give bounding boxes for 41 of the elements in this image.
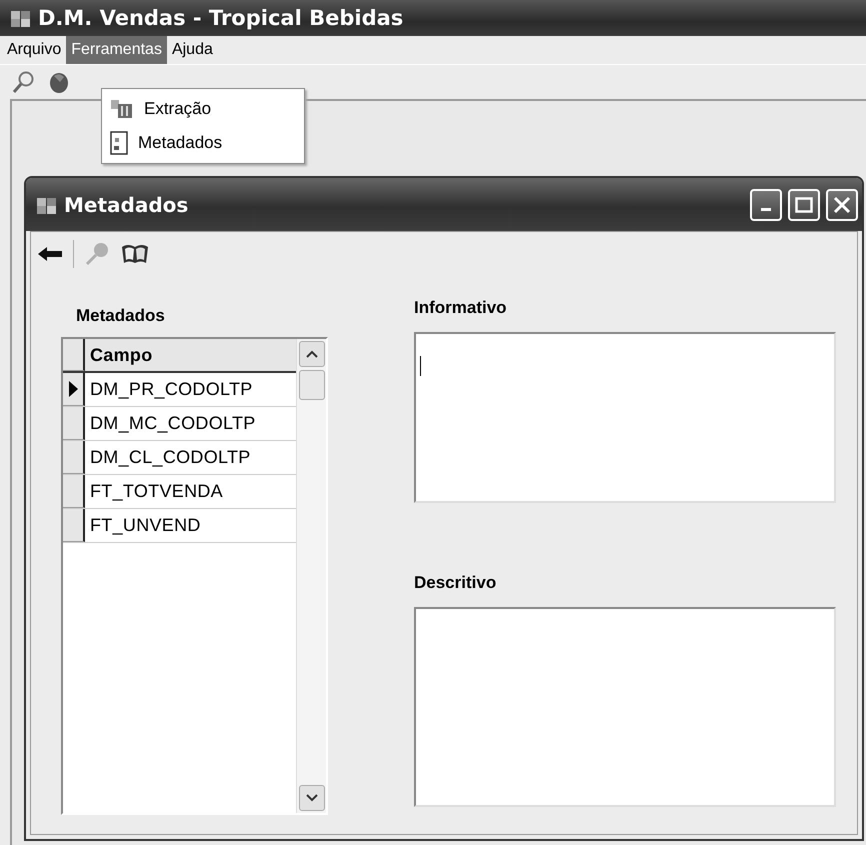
row-indicator[interactable] xyxy=(63,407,85,440)
puzzle-icon xyxy=(10,8,32,28)
scroll-thumb[interactable] xyxy=(298,370,324,400)
scroll-up-button[interactable] xyxy=(298,341,324,367)
section-label: Descritivo xyxy=(414,573,498,594)
table-cell[interactable]: FT_UNVEND xyxy=(85,509,296,542)
chevron-up-icon xyxy=(306,350,318,358)
data-grid[interactable]: Campo DM_PR_CODOLTP DM_MC_CODOLTP DM_CL_CODOLTP FT_TOTVENDA FT_UNVEND xyxy=(61,337,328,815)
row-indicator[interactable] xyxy=(63,475,85,508)
current-row-icon xyxy=(68,381,78,397)
row-indicator[interactable] xyxy=(63,509,85,542)
scrollbar[interactable] xyxy=(296,339,326,813)
search-icon[interactable] xyxy=(12,70,36,94)
document-icon xyxy=(110,131,128,155)
back-arrow-icon[interactable] xyxy=(37,245,63,263)
table-cell[interactable]: DM_MC_CODOLTP xyxy=(85,407,296,440)
scroll-down-button[interactable] xyxy=(298,785,324,811)
menu-item[interactable]: Arquivo xyxy=(2,36,66,64)
minimize-button[interactable] xyxy=(750,188,782,220)
close-icon xyxy=(833,196,851,214)
table-cell[interactable]: DM_CL_CODOLTP xyxy=(85,441,296,474)
section-label: Metadados xyxy=(76,306,166,327)
row-indicator[interactable] xyxy=(63,441,85,474)
minimize-icon xyxy=(761,208,771,211)
maximize-button[interactable] xyxy=(788,188,820,220)
table-cell[interactable]: FT_TOTVENDA xyxy=(85,475,296,508)
row-indicator[interactable] xyxy=(63,373,85,406)
boxes-icon xyxy=(110,98,134,120)
section-label: Informativo xyxy=(414,298,508,319)
globe-icon[interactable] xyxy=(48,70,70,94)
menu-item[interactable]: Ferramentas xyxy=(66,36,167,64)
window-title: Metadados xyxy=(64,192,190,216)
chevron-down-icon xyxy=(306,794,318,802)
column-header: Campo xyxy=(85,339,296,371)
header-cell xyxy=(63,339,85,371)
maximize-icon xyxy=(795,196,813,212)
menu-item[interactable]: Ajuda xyxy=(166,36,218,64)
menu-option[interactable]: Extração xyxy=(102,92,304,126)
close-button[interactable] xyxy=(826,188,858,220)
window-title: D.M. Vendas - Tropical Bebidas xyxy=(38,6,404,30)
menu-option[interactable]: Metadados xyxy=(102,126,304,160)
